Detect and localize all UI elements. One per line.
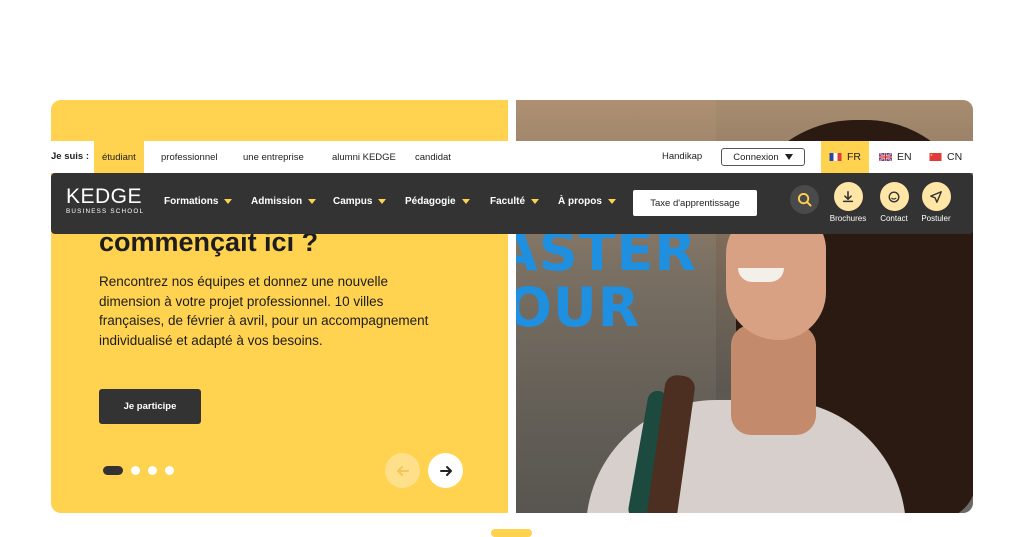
audience-professionnel[interactable]: professionnel bbox=[153, 141, 226, 173]
audience-bar: Je suis : étudiant professionnel une ent… bbox=[51, 141, 973, 173]
carousel-prev-button[interactable] bbox=[385, 453, 420, 488]
chevron-down-icon bbox=[224, 199, 233, 204]
audience-etudiant[interactable]: étudiant bbox=[94, 141, 144, 173]
menu-pedagogie[interactable]: Pédagogie bbox=[405, 196, 470, 207]
uk-flag-icon bbox=[879, 153, 892, 161]
taxe-apprentissage-button[interactable]: Taxe d'apprentissage bbox=[633, 190, 757, 216]
chevron-down-icon bbox=[784, 154, 793, 160]
participate-button[interactable]: Je participe bbox=[99, 389, 201, 424]
search-button[interactable] bbox=[790, 185, 819, 214]
contact-label: Contact bbox=[880, 214, 908, 223]
carousel-dot-1[interactable] bbox=[103, 466, 123, 475]
arrow-right-icon bbox=[439, 465, 452, 476]
carousel-dot-3[interactable] bbox=[148, 466, 157, 475]
lang-fr-label: FR bbox=[847, 151, 861, 163]
send-icon bbox=[930, 190, 942, 203]
lang-cn-label: CN bbox=[947, 151, 963, 163]
page: ASTER OUR commençait ici ? Rencontrez no… bbox=[0, 0, 1024, 537]
menu-campus-label: Campus bbox=[333, 196, 373, 207]
postuler-button[interactable]: Postuler bbox=[911, 182, 961, 223]
postuler-label: Postuler bbox=[921, 214, 951, 223]
france-flag-icon bbox=[829, 153, 842, 161]
audience-entreprise[interactable]: une entreprise bbox=[235, 141, 312, 173]
logo-subtitle: BUSINESS SCHOOL bbox=[66, 208, 145, 215]
carousel-dot-4[interactable] bbox=[165, 466, 174, 475]
lang-cn[interactable]: CN bbox=[921, 141, 970, 173]
lang-fr[interactable]: FR bbox=[821, 141, 869, 173]
arrow-left-icon bbox=[396, 465, 409, 476]
connexion-dropdown[interactable]: Connexion bbox=[721, 148, 805, 166]
connexion-label: Connexion bbox=[733, 151, 779, 163]
brochures-button[interactable]: Brochures bbox=[823, 182, 873, 223]
menu-faculte-label: Faculté bbox=[490, 196, 526, 207]
chevron-down-icon bbox=[461, 199, 470, 204]
section-indicator[interactable] bbox=[491, 529, 532, 537]
hero-description: Rencontrez nos équipes et donnez une nou… bbox=[99, 274, 429, 348]
carousel-dot-2[interactable] bbox=[131, 466, 140, 475]
chat-icon bbox=[888, 190, 900, 203]
search-icon bbox=[797, 192, 812, 207]
lang-en-label: EN bbox=[897, 151, 912, 163]
menu-a-propos[interactable]: À propos bbox=[558, 196, 616, 207]
brochures-label: Brochures bbox=[829, 214, 867, 223]
audience-alumni[interactable]: alumni KEDGE bbox=[324, 141, 404, 173]
chevron-down-icon bbox=[607, 199, 616, 204]
menu-admission-label: Admission bbox=[251, 196, 303, 207]
carousel-dots bbox=[103, 466, 174, 475]
carousel-next-button[interactable] bbox=[428, 453, 463, 488]
menu-formations[interactable]: Formations bbox=[164, 196, 233, 207]
chevron-down-icon bbox=[531, 199, 540, 204]
main-navigation: KEDGE BUSINESS SCHOOL Formations Admissi… bbox=[51, 173, 973, 234]
menu-faculte[interactable]: Faculté bbox=[490, 196, 540, 207]
audience-candidat[interactable]: candidat bbox=[407, 141, 459, 173]
menu-formations-label: Formations bbox=[164, 196, 219, 207]
chevron-down-icon bbox=[378, 199, 387, 204]
menu-a-propos-label: À propos bbox=[558, 196, 602, 207]
menu-admission[interactable]: Admission bbox=[251, 196, 317, 207]
je-suis-label: Je suis : bbox=[51, 151, 90, 162]
logo-name: KEDGE bbox=[66, 185, 143, 208]
china-flag-icon bbox=[929, 153, 942, 161]
download-icon bbox=[842, 190, 854, 202]
chevron-down-icon bbox=[308, 199, 317, 204]
lang-en[interactable]: EN bbox=[871, 141, 920, 173]
hero-image-text-2: OUR bbox=[516, 276, 641, 339]
handikap-link[interactable]: Handikap bbox=[662, 151, 702, 162]
menu-campus[interactable]: Campus bbox=[333, 196, 387, 207]
menu-pedagogie-label: Pédagogie bbox=[405, 196, 456, 207]
kedge-logo[interactable]: KEDGE BUSINESS SCHOOL bbox=[66, 186, 144, 216]
